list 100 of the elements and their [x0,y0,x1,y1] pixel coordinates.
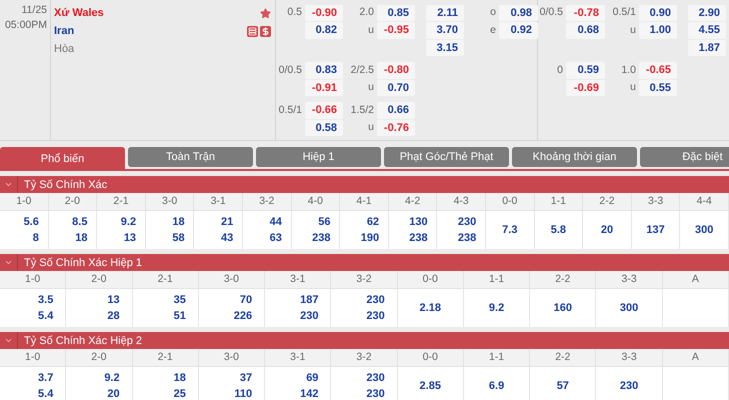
odds-cell[interactable]: 56 238 [292,211,340,249]
odds-cell[interactable]: 44 63 [242,211,292,249]
odds-value[interactable]: -0.78 [566,4,605,21]
odds-value[interactable]: 2.11 [426,4,464,21]
score-label: 3-3 [596,271,663,289]
odds-value: 5.8 [550,224,566,236]
market-tab[interactable]: Hiệp 1 [256,147,381,167]
odds-cell[interactable]: 20 [583,211,632,249]
odds-cell[interactable]: 9.2 [464,289,530,327]
odds-value[interactable]: 0.58 [305,120,343,136]
odds-cell[interactable]: 230 [596,367,663,400]
odds-value[interactable]: 0.68 [566,22,605,38]
odds-value[interactable]: 0.90 [639,4,677,21]
odds-cell[interactable]: 8.5 18 [48,211,98,249]
market-tab[interactable]: Khoảng thời gian [512,147,637,167]
market-tab[interactable]: Phổ biến [0,147,125,169]
odds-cell[interactable]: 9.2 20 [66,367,133,400]
odds-cell[interactable]: 130 238 [388,211,438,249]
odds-value[interactable]: -0.91 [305,80,343,96]
odds-value[interactable]: 1.00 [639,22,677,38]
odds-cell[interactable]: 62 190 [340,211,389,249]
odds-cell[interactable]: 3.7 5.4 [0,367,66,400]
section-header[interactable]: Tỷ Số Chính Xác Hiệp 2 [0,332,729,349]
odds-value[interactable]: -0.90 [305,4,343,21]
odds-cell[interactable]: 2.85 [398,367,464,400]
under-label: u [629,80,636,95]
odds-cell[interactable]: 300 [596,289,663,327]
score-label: 2-0 [48,193,98,211]
odds-value[interactable]: -0.65 [639,62,677,78]
odds-cell[interactable]: 2.18 [398,289,464,327]
section-title: Tỷ Số Chính Xác Hiệp 2 [23,334,142,346]
odds-value[interactable]: -0.66 [305,102,343,118]
odds-value[interactable]: -0.80 [377,62,415,78]
odds-value[interactable]: -0.76 [377,120,415,136]
odds-value[interactable]: 1.87 [688,40,726,56]
odds-value: 230 [620,380,638,392]
odds-value[interactable]: 2.90 [688,4,726,21]
odds-cell[interactable]: 9.2 13 [97,211,146,249]
odds-cell[interactable]: 230 230 [331,289,398,327]
stack-icon[interactable] [247,26,258,36]
odds-value[interactable]: 0.82 [305,22,343,38]
odds-cell[interactable]: 137 [632,211,680,249]
odds-value[interactable]: 0.92 [499,22,538,38]
odds-cell[interactable]: 5.6 8 [0,211,49,249]
odds-cell[interactable]: 230 230 [331,367,398,400]
odds-cell[interactable] [662,367,729,400]
odds-cell[interactable]: 3.5 5.4 [0,289,66,327]
odds-value[interactable]: 0.70 [377,80,415,96]
score-label: 3-1 [194,193,243,211]
market-tab[interactable]: Đặc biệt [640,147,729,167]
odds-value: 9.2 [488,302,504,314]
odds-value[interactable]: 0.55 [639,80,677,96]
odds-value: 300 [620,302,638,314]
odds-value[interactable]: 0.85 [377,4,415,21]
odds-value: 190 [360,232,380,244]
odds-value[interactable]: -0.95 [377,22,415,38]
score-label: 2-2 [583,193,632,211]
odds-cell[interactable]: 57 [530,367,596,400]
dollar-icon[interactable] [260,26,271,36]
handicap-line: 0.5/1 [278,102,302,118]
market-tab[interactable]: Phạt Góc/Thẻ Phạt [384,147,509,167]
odds-value: 7.3 [502,224,518,236]
section-header[interactable]: Tỷ Số Chính Xác [0,176,729,193]
handicap-line: 0/0.5 [278,62,302,78]
odds-cell[interactable]: 230 238 [437,211,486,249]
odds-value[interactable]: 0.98 [499,4,538,21]
score-label: 1-1 [464,271,530,289]
odds-cell[interactable]: 5.8 [534,211,584,249]
odds-value: 230 [366,310,385,322]
odds-cell[interactable]: 21 43 [194,211,243,249]
odds-cell[interactable]: 300 [680,211,729,249]
odds-cell[interactable]: 35 51 [132,289,199,327]
odds-cell[interactable] [662,289,729,327]
odds-value: 70 [240,294,252,306]
odds-cell[interactable]: 18 58 [146,211,194,249]
odds-cell[interactable]: 69 142 [265,367,332,400]
odds-value: 230 [366,294,385,306]
odds-value[interactable]: 0.59 [566,62,605,78]
odds-cell[interactable]: 18 25 [132,367,199,400]
odds-value[interactable]: -0.69 [566,80,605,96]
score-label: 3-1 [265,349,332,367]
odds-value[interactable]: 0.66 [377,102,415,118]
handicap-line: 0.5 [286,5,302,20]
odds-cell[interactable]: 187 230 [265,289,332,327]
market-tab[interactable]: Toàn Trận [128,147,253,167]
odds-cell[interactable]: 70 226 [198,289,266,327]
odds-value: 62 [366,216,380,228]
odds-value[interactable]: 0.83 [305,62,343,78]
odds-cell[interactable]: 6.9 [464,367,530,400]
odds-value: 8 [32,232,39,244]
odds-value[interactable]: 3.15 [426,40,464,56]
odds-cell[interactable]: 7.3 [486,211,535,249]
odds-cell[interactable]: 37 110 [198,367,266,400]
section-header[interactable]: Tỷ Số Chính Xác Hiệp 1 [0,254,729,271]
odds-cell[interactable]: 160 [530,289,596,327]
odds-cell[interactable]: 13 28 [66,289,133,327]
odds-value[interactable]: 3.70 [426,22,464,38]
odds-value[interactable]: 4.55 [688,22,726,38]
star-icon[interactable] [260,8,271,18]
odds-value: 226 [234,310,252,322]
